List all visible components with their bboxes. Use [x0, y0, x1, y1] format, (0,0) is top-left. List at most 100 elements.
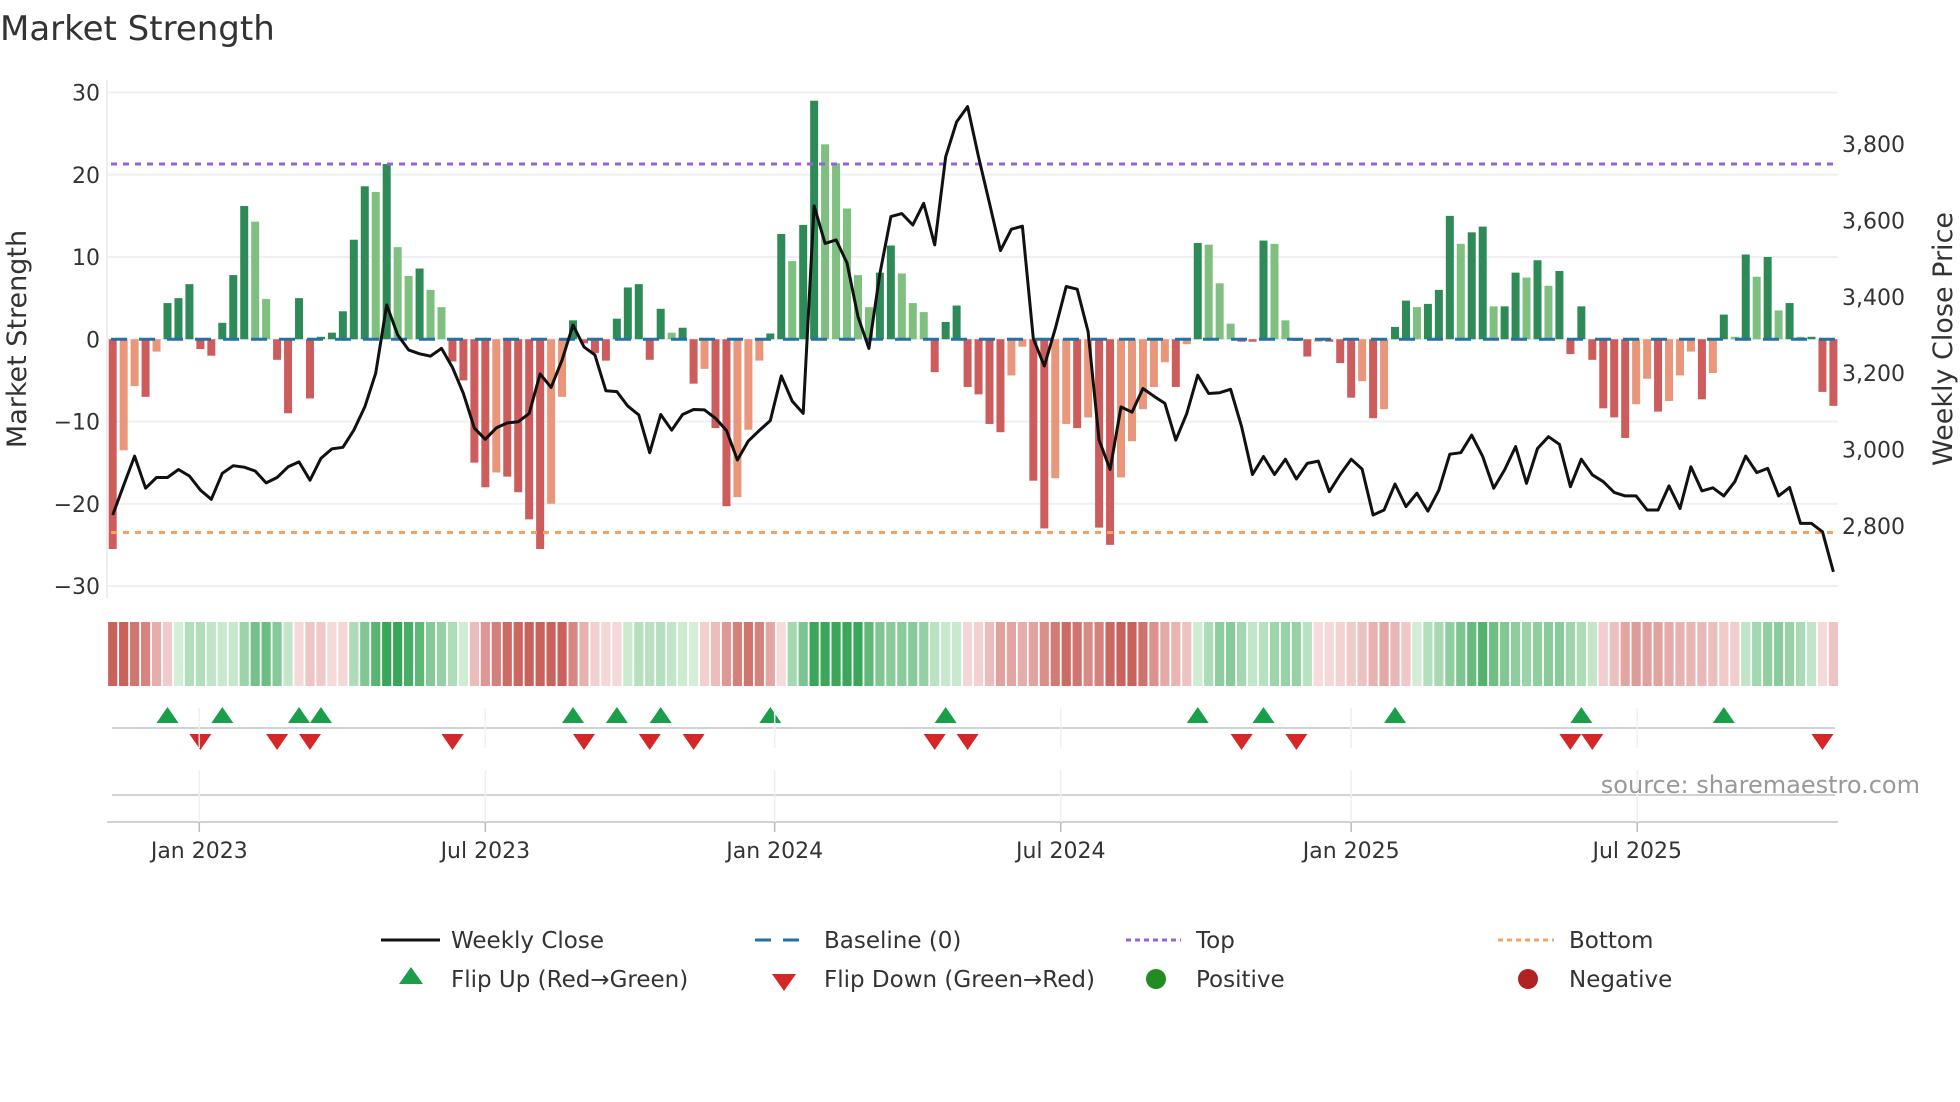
heat-cell	[590, 622, 600, 686]
strength-bar	[1423, 303, 1432, 340]
strength-bar	[1675, 339, 1684, 376]
strength-bar	[908, 303, 917, 340]
strength-bar	[700, 339, 709, 369]
heat-cell	[579, 622, 589, 686]
x-tick-label: Jul 2025	[1590, 839, 1682, 864]
legend-label: Negative	[1569, 967, 1672, 993]
strength-bar	[1829, 339, 1838, 406]
heat-cell	[1478, 622, 1488, 686]
strength-bar	[1544, 285, 1553, 340]
heat-cell	[1050, 622, 1060, 686]
heat-cell	[316, 622, 326, 686]
strength-bar	[1632, 339, 1641, 405]
heat-cell	[776, 622, 786, 686]
heat-cell	[634, 622, 644, 686]
heat-cell	[436, 622, 447, 686]
heat-cell	[1697, 622, 1707, 686]
heat-cell	[458, 622, 469, 686]
strength-bar	[601, 339, 610, 361]
heat-cell	[1094, 622, 1104, 686]
strength-bar	[1434, 289, 1443, 340]
heat-cell	[1686, 622, 1696, 686]
heat-cell	[217, 622, 227, 686]
y-tick-label: 0	[86, 328, 100, 353]
heat-cell	[130, 622, 140, 686]
flip-markers-panel	[107, 707, 1838, 823]
strength-bar	[349, 239, 358, 340]
heat-cell	[1006, 622, 1017, 686]
flip-down-marker	[298, 734, 321, 750]
heat-cell	[787, 622, 797, 686]
x-axis-ticks: Jan 2023 Jul 2023 Jan 2024 Jul 2024 Jan 2025…	[149, 708, 1682, 864]
strength-bar	[1007, 339, 1016, 376]
strength-bar	[1171, 339, 1180, 387]
legend-item-bottom: Bottom	[1498, 928, 1653, 954]
strength-bar	[459, 339, 468, 381]
legend-label: Bottom	[1569, 928, 1653, 954]
y2-tick-label: 3,200	[1842, 362, 1905, 387]
heat-cell	[875, 622, 885, 686]
heat-cell	[228, 622, 238, 686]
heat-cell	[1171, 622, 1181, 686]
legend-label: Weekly Close	[451, 928, 604, 954]
heat-cell	[371, 622, 381, 686]
heat-cell	[831, 622, 841, 686]
y2-tick-label: 2,800	[1842, 515, 1905, 540]
strength-bar	[185, 284, 194, 340]
heat-cell	[524, 622, 534, 686]
flip-down-marker	[1285, 734, 1308, 750]
strength-bar	[886, 245, 895, 340]
heat-cell	[173, 622, 184, 686]
heat-cell	[962, 622, 973, 686]
heat-cell	[1280, 622, 1291, 686]
strength-bar	[284, 339, 293, 414]
heat-cell	[513, 622, 523, 686]
flip-down-marker	[1230, 734, 1253, 750]
heat-cell	[1763, 622, 1773, 686]
y-axis-label: Market Strength	[2, 230, 33, 448]
strength-bar	[1774, 310, 1783, 340]
heat-cell	[1291, 622, 1301, 686]
heat-cell	[1500, 622, 1510, 686]
strength-bar	[1500, 306, 1509, 340]
strength-bar	[130, 339, 139, 387]
heat-cell	[393, 622, 403, 686]
heat-cell	[809, 622, 819, 686]
reference-lines	[111, 162, 1838, 535]
flip-down-marker	[441, 734, 464, 750]
strength-bar	[174, 298, 183, 340]
heat-cell	[1215, 622, 1225, 686]
heat-cell	[360, 622, 370, 686]
strength-bar	[1686, 339, 1695, 352]
positive-dot-icon	[1146, 969, 1166, 989]
heat-cell	[1313, 622, 1323, 686]
heat-cell	[1719, 622, 1729, 686]
strength-bar	[623, 287, 632, 340]
heat-cell	[1521, 622, 1532, 686]
strength-bar	[1489, 306, 1498, 340]
heat-cell	[721, 622, 732, 686]
strength-bars	[108, 100, 1838, 549]
legend-label: Top	[1195, 928, 1235, 954]
heat-cell	[688, 622, 699, 686]
heat-cell	[930, 622, 940, 686]
heat-cell	[1708, 622, 1718, 686]
y-tick-label: 20	[72, 164, 100, 189]
flip-up-marker	[605, 707, 628, 723]
heat-cell	[1379, 622, 1389, 686]
strength-bar	[612, 318, 621, 340]
strength-bar	[481, 339, 490, 488]
chart-title: Market Strength	[0, 9, 275, 49]
heat-cell	[1401, 622, 1411, 686]
strength-bar	[930, 339, 939, 373]
heat-cell	[1412, 622, 1422, 686]
strength-bar	[108, 339, 117, 549]
strength-bar	[1401, 300, 1410, 340]
y2-axis-ticks: 2,800 3,000 3,200 3,400 3,600 3,800	[1842, 133, 1905, 540]
heat-cell	[1182, 622, 1192, 686]
heat-cell	[1817, 622, 1828, 686]
strength-bar	[305, 339, 314, 399]
heat-cell	[108, 622, 118, 686]
strength-bar	[1051, 339, 1060, 479]
heat-cell	[1598, 622, 1608, 686]
